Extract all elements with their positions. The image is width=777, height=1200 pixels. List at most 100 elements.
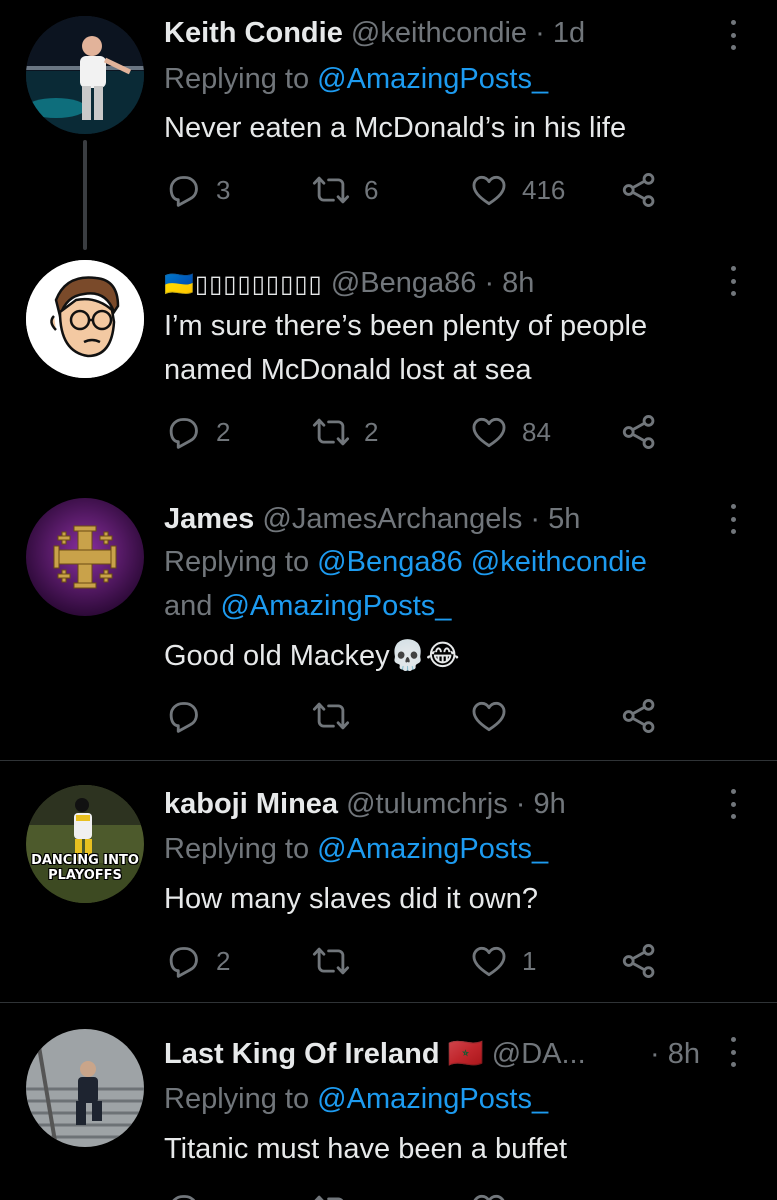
retweet-button[interactable]: 6 [312,170,378,210]
display-name[interactable]: Keith Condie [164,17,343,49]
tweet-header: kaboji Minea @tulumchrjs · 9h [164,787,566,821]
user-handle[interactable]: @keithcondie [351,17,527,49]
tweet-header: 🇺🇦▯▯▯▯▯▯▯▯▯ @Benga86 · 8h [164,266,534,302]
tweet[interactable]: James @JamesArchangels · 5h Replying to … [0,490,777,760]
more-options-icon[interactable] [722,1035,744,1069]
reply-button[interactable]: 2 [164,941,230,981]
tweet-header: James @JamesArchangels · 5h [164,502,580,536]
reply-icon [164,413,202,451]
retweet-count: 6 [364,174,379,205]
flag-emoji: 🇲🇦 [447,1038,484,1070]
tweet-text: How many slaves did it own? [164,883,538,915]
retweet-icon [312,1190,350,1200]
like-icon [470,171,508,209]
reply-count: 2 [216,416,231,447]
share-icon [620,697,658,735]
user-handle[interactable]: @JamesArchangels [262,503,522,535]
tweet-actions [164,1189,684,1200]
user-handle[interactable]: @tulumchrjs [346,788,508,820]
share-icon [620,413,658,451]
tweet[interactable]: 🇺🇦▯▯▯▯▯▯▯▯▯ @Benga86 · 8h I’m sure there… [0,250,777,490]
tweet-text: named McDonald lost at sea [164,354,532,386]
retweet-button[interactable] [312,696,364,736]
tweet-text: I’m sure there’s been plenty of people [164,310,648,342]
tweet[interactable]: Last King Of Ireland 🇲🇦 @DA... · 8h Repl… [0,1003,777,1200]
timestamp[interactable]: · 8h [484,267,534,299]
avatar[interactable] [26,498,144,616]
tweet[interactable]: Keith Condie @keithcondie · 1d Replying … [0,0,777,250]
avatar-caption: DANCING INTO PLAYOFFS [31,853,139,883]
mention-link[interactable]: @Benga86 @keithcondie [317,546,647,578]
mention-link[interactable]: @AmazingPosts_ [317,63,548,95]
tweet-actions: 2 2 84 [164,412,684,452]
reply-button[interactable]: 3 [164,170,230,210]
more-options-icon[interactable] [722,787,744,821]
tweet[interactable]: DANCING INTO PLAYOFFS kaboji Minea @tulu… [0,761,777,1002]
like-button[interactable]: 84 [470,412,551,452]
share-icon [620,171,658,209]
retweet-button[interactable] [312,1189,350,1200]
retweet-icon [312,171,350,209]
user-handle[interactable]: @DA... [492,1038,586,1070]
retweet-icon [312,697,350,735]
timestamp[interactable]: · 8h [650,1037,700,1071]
like-button[interactable]: 1 [470,941,536,981]
more-options-icon[interactable] [722,502,744,536]
retweet-count: 2 [364,416,379,447]
reply-icon [164,1190,202,1200]
reply-button[interactable] [164,696,216,736]
tweet-text: Titanic must have been a buffet [164,1133,568,1165]
timestamp[interactable]: · 1d [535,17,585,49]
display-name[interactable]: Last King Of Ireland [164,1038,440,1070]
like-button[interactable]: 416 [470,170,565,210]
replying-to-continued: and @AmazingPosts_ [164,590,452,622]
reply-icon [164,171,202,209]
display-name[interactable]: kaboji Minea [164,788,338,820]
reply-count: 3 [216,174,231,205]
retweet-button[interactable]: 2 [312,412,378,452]
more-options-icon[interactable] [722,18,744,52]
like-count: 84 [522,416,551,447]
mention-link[interactable]: @AmazingPosts_ [220,590,451,622]
retweet-icon [312,942,350,980]
replying-to: Replying to @AmazingPosts_ [164,833,549,865]
more-options-icon[interactable] [722,264,744,298]
avatar[interactable] [26,260,144,378]
mention-link[interactable]: @AmazingPosts_ [317,833,548,865]
like-count: 1 [522,945,537,976]
tweet-actions [164,696,684,736]
user-handle[interactable]: @Benga86 [331,267,477,299]
replying-to: Replying to @Benga86 @keithcondie [164,546,647,578]
tweet-actions: 3 6 416 [164,170,684,210]
display-name[interactable]: James [164,503,254,535]
reply-count: 2 [216,945,231,976]
mention-link[interactable]: @AmazingPosts_ [317,1083,548,1115]
avatar[interactable] [26,1029,144,1147]
avatar[interactable] [26,16,144,134]
retweet-button[interactable] [312,941,364,981]
share-button[interactable] [620,170,658,210]
timestamp[interactable]: · 5h [530,503,580,535]
tweet-actions: 2 1 [164,941,684,981]
share-button[interactable] [620,696,658,736]
like-icon [470,1190,508,1200]
tweet-header: Keith Condie @keithcondie · 1d [164,16,585,50]
reply-button[interactable] [164,1189,202,1200]
replying-to: Replying to @AmazingPosts_ [164,1083,549,1115]
like-button[interactable] [470,696,522,736]
share-button[interactable] [620,941,658,981]
replying-to: Replying to @AmazingPosts_ [164,63,549,95]
share-icon [620,942,658,980]
like-icon [470,413,508,451]
like-button[interactable] [470,1189,508,1200]
reply-icon [164,942,202,980]
share-button[interactable] [620,412,658,452]
display-name[interactable]: 🇺🇦▯▯▯▯▯▯▯▯▯ [164,271,323,298]
reply-button[interactable]: 2 [164,412,230,452]
avatar[interactable]: DANCING INTO PLAYOFFS [26,785,144,903]
tweet-header: Last King Of Ireland 🇲🇦 @DA... [164,1037,586,1071]
timestamp[interactable]: · 9h [516,788,566,820]
like-icon [470,697,508,735]
tweet-text: Never eaten a McDonald’s in his life [164,112,627,144]
like-count: 416 [522,174,566,205]
